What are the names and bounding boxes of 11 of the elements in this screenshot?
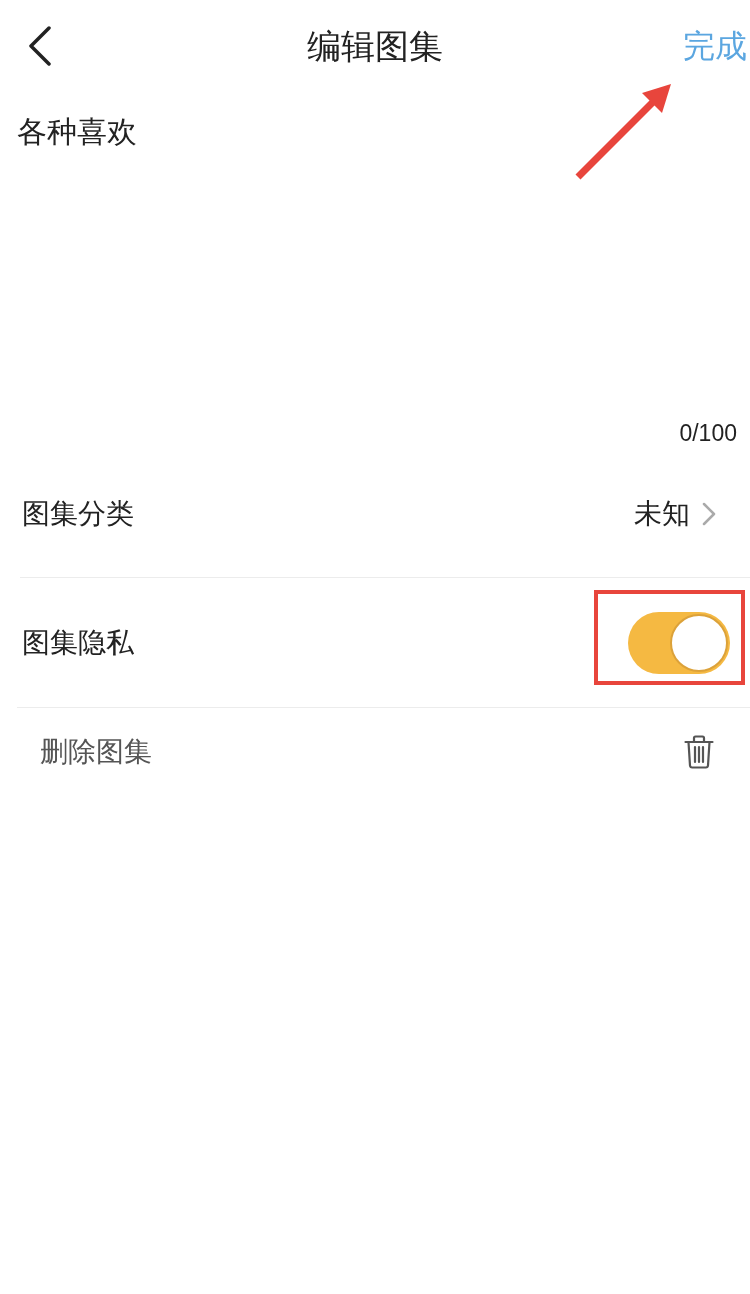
setting-label: 图集隐私 xyxy=(22,625,134,660)
chevron-right-icon xyxy=(702,501,716,526)
back-icon[interactable] xyxy=(28,26,52,66)
category-select[interactable]: 未知 xyxy=(634,492,716,535)
trash-icon[interactable] xyxy=(684,735,714,769)
page-title: 编辑图集 xyxy=(307,25,443,67)
delete-album-label[interactable]: 删除图集 xyxy=(40,731,152,773)
character-counter: 0/100 xyxy=(679,419,737,448)
setting-label: 图集分类 xyxy=(22,496,134,531)
toggle-knob-icon xyxy=(670,613,728,672)
text-area[interactable]: 各种喜欢 xyxy=(0,92,750,416)
